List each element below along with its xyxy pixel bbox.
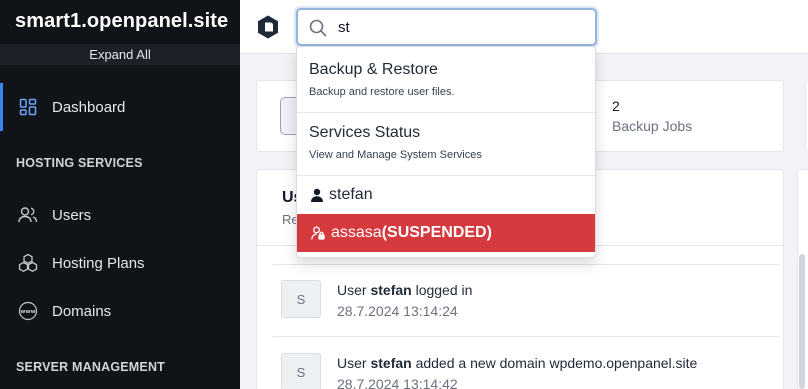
result-services-status[interactable]: Services Status View and Manage System S…: [297, 124, 595, 161]
www-globe-icon: www: [18, 301, 38, 321]
section-heading-hosting: HOSTING SERVICES: [16, 156, 143, 170]
result-title: Backup & Restore: [309, 61, 438, 78]
user-name: stefan: [329, 186, 373, 203]
sidebar-item-users[interactable]: Users: [0, 191, 240, 239]
search-results-dropdown: Backup & Restore Backup and restore user…: [296, 46, 596, 258]
sidebar-item-label: Domains: [52, 302, 112, 320]
activity-time: 28.7.2024 13:14:42: [337, 376, 458, 389]
result-backup-restore[interactable]: Backup & Restore Backup and restore user…: [297, 61, 595, 98]
cubes-icon: [18, 253, 38, 273]
result-user-assasa[interactable]: assasa (SUSPENDED): [297, 214, 595, 252]
svg-text:www: www: [20, 309, 35, 315]
result-title: Services Status: [309, 124, 421, 141]
search-icon: [308, 18, 328, 43]
divider: [297, 112, 595, 113]
sidebar-item-dashboard[interactable]: Dashboard: [0, 83, 240, 131]
backup-jobs-label: Backup Jobs: [612, 118, 693, 134]
sidebar-item-hosting-plans[interactable]: Hosting Plans: [0, 239, 240, 287]
activity-scrollbar[interactable]: [799, 254, 805, 389]
sidebar-item-label: Dashboard: [52, 98, 126, 116]
expand-all-button[interactable]: Expand All: [0, 44, 240, 65]
sidebar-item-domains[interactable]: www Domains: [0, 287, 240, 335]
activity-text: User stefan logged in: [337, 282, 473, 298]
result-user-stefan[interactable]: stefan: [297, 176, 595, 214]
suspended-badge: (SUSPENDED): [381, 224, 492, 241]
sidebar: smart1.openpanel.site Expand All Dashboa…: [0, 0, 240, 389]
openpanel-logo-icon[interactable]: [256, 14, 280, 40]
avatar: S: [281, 353, 321, 389]
sidebar-item-label: Hosting Plans: [52, 254, 145, 272]
search-box[interactable]: [296, 8, 597, 46]
users-icon: [18, 205, 38, 225]
activity-user: stefan: [370, 282, 412, 298]
site-title: smart1.openpanel.site: [15, 10, 229, 32]
section-heading-server: SERVER MANAGEMENT: [16, 360, 166, 374]
result-desc: Backup and restore user files.: [309, 86, 455, 98]
user-icon: [311, 188, 323, 202]
activity-user: stefan: [370, 355, 412, 371]
search-input[interactable]: [338, 16, 578, 38]
user-lock-icon: [311, 226, 325, 240]
sidebar-item-label: Users: [52, 206, 92, 224]
user-name: assasa: [331, 224, 382, 241]
backup-jobs-count: 2: [612, 98, 620, 114]
divider: [273, 336, 779, 337]
avatar: S: [281, 280, 321, 318]
divider: [273, 264, 779, 265]
dashboard-icon: [18, 97, 38, 117]
result-desc: View and Manage System Services: [309, 149, 482, 161]
activity-time: 28.7.2024 13:14:24: [337, 303, 458, 319]
activity-text: User stefan added a new domain wpdemo.op…: [337, 355, 698, 371]
